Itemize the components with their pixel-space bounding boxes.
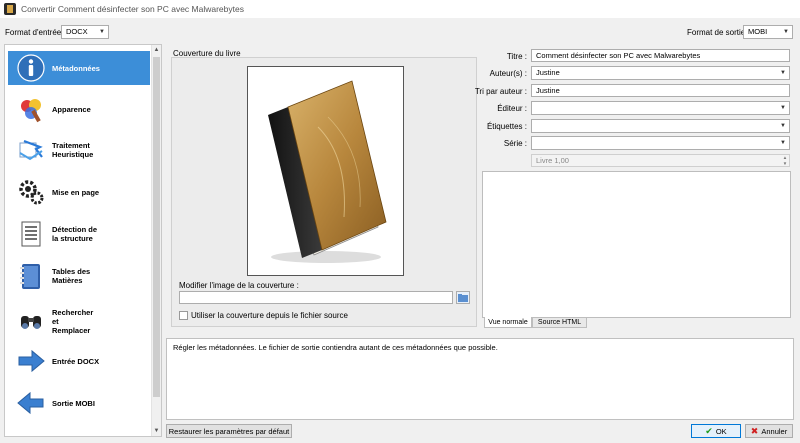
sidebar-item-heuristics[interactable]: Traitement Heuristique (8, 133, 150, 167)
scroll-up-icon[interactable]: ▲ (152, 45, 161, 55)
output-format-value: MOBI (748, 27, 768, 36)
sidebar-item-label: Sortie MOBI (52, 398, 95, 408)
sidebar-item-label: Apparence (52, 104, 91, 114)
ok-label: OK (715, 426, 727, 436)
cancel-label: Annuler (761, 426, 788, 436)
arrow-left-icon (14, 386, 48, 420)
series-index-spinbox[interactable]: Livre 1,00 ▲ ▼ (531, 154, 790, 167)
sidebar-item-page-setup[interactable]: Mise en page (8, 175, 150, 209)
title-input[interactable]: Comment désinfecter son PC avec Malwareb… (531, 49, 790, 62)
chevron-down-icon: ▼ (780, 140, 786, 146)
tab-normal-view[interactable]: Vue normale (484, 317, 532, 328)
sidebar-item-structure-detection[interactable]: Détection de la structure (8, 217, 150, 251)
arrows-icon (14, 133, 48, 167)
check-icon: ✔ (705, 425, 713, 436)
output-format-label: Format de sortie : (687, 28, 750, 37)
use-source-cover-checkbox[interactable] (179, 311, 188, 320)
series-index-value: Livre 1,00 (536, 156, 569, 165)
calibre-app-icon (4, 3, 16, 15)
chevron-down-icon: ▼ (780, 105, 786, 111)
change-cover-label: Modifier l'image de la couverture : (179, 281, 299, 290)
arrow-right-icon (14, 344, 48, 378)
sidebar-item-mobi-output[interactable]: Sortie MOBI (8, 386, 150, 420)
sidebar: Métadonnées Apparence Traitement Heurist… (4, 44, 162, 437)
input-format-select[interactable]: DOCX ▼ (61, 25, 109, 39)
sidebar-item-table-of-contents[interactable]: Tables des Matières (8, 259, 150, 293)
series-select[interactable]: ▼ (531, 136, 790, 150)
series-label: Série : (503, 139, 527, 148)
publisher-label: Éditeur : (497, 104, 527, 113)
cover-image (247, 66, 404, 276)
cover-path-input[interactable] (179, 291, 453, 304)
restore-defaults-button[interactable]: Restaurer les paramètres par défaut (166, 424, 292, 438)
author-sort-label: Tri par auteur : (474, 87, 527, 96)
sidebar-item-search-replace[interactable]: Rechercher et Remplacer (8, 301, 150, 341)
sidebar-item-label: Entrée DOCX (52, 356, 100, 366)
tab-html-source[interactable]: Source HTML (532, 317, 587, 328)
info-icon (14, 51, 48, 85)
folder-icon (458, 293, 468, 302)
sidebar-item-label: Traitement Heuristique (52, 141, 94, 159)
scroll-down-icon[interactable]: ▼ (152, 426, 161, 436)
chevron-down-icon: ▼ (783, 29, 789, 35)
cancel-button[interactable]: ✖ Annuler (745, 424, 793, 438)
author-sort-input[interactable]: Justine (531, 84, 790, 97)
chevron-down-icon: ▼ (99, 29, 105, 35)
output-format-select[interactable]: MOBI ▼ (743, 25, 793, 39)
book-icon (268, 80, 387, 263)
comments-editor[interactable] (482, 171, 791, 318)
sidebar-item-label: Métadonnées (52, 63, 100, 73)
title-label: Titre : (506, 52, 527, 61)
window-title: Convertir Comment désinfecter son PC ave… (21, 4, 244, 14)
binoculars-icon (14, 304, 48, 338)
spin-down-icon[interactable]: ▼ (781, 161, 789, 166)
sidebar-item-metadata[interactable]: Métadonnées (8, 51, 150, 85)
ok-button[interactable]: ✔ OK (691, 424, 741, 438)
chevron-down-icon: ▼ (780, 123, 786, 129)
publisher-select[interactable]: ▼ (531, 101, 790, 115)
input-format-value: DOCX (66, 27, 88, 36)
tags-select[interactable]: ▼ (531, 119, 790, 133)
use-source-cover-label: Utiliser la couverture depuis le fichier… (191, 311, 348, 320)
sidebar-scrollbar[interactable]: ▲ ▼ (151, 45, 161, 436)
authors-select[interactable]: Justine ▼ (531, 66, 790, 80)
paint-icon (14, 92, 48, 126)
sidebar-item-appearance[interactable]: Apparence (8, 92, 150, 126)
input-format-label: Format d'entrée : (5, 28, 66, 37)
document-icon (14, 217, 48, 251)
notebook-icon (14, 259, 48, 293)
help-description: Régler les métadonnées. Le fichier de so… (166, 338, 794, 420)
sidebar-item-label: Mise en page (52, 187, 100, 197)
browse-cover-button[interactable] (456, 291, 470, 304)
sidebar-item-label: Détection de la structure (52, 225, 98, 243)
authors-value: Justine (536, 68, 560, 77)
window-titlebar: Convertir Comment désinfecter son PC ave… (0, 0, 800, 18)
authors-label: Auteur(s) : (489, 69, 527, 78)
tags-label: Étiquettes : (486, 122, 527, 131)
gear-icon (14, 175, 48, 209)
sidebar-item-label: Tables des Matières (52, 267, 91, 285)
chevron-down-icon: ▼ (780, 70, 786, 76)
scrollbar-thumb[interactable] (153, 57, 160, 397)
cancel-icon: ✖ (750, 425, 759, 436)
sidebar-item-docx-input[interactable]: Entrée DOCX (8, 344, 150, 378)
sidebar-item-label: Rechercher et Remplacer (52, 307, 94, 335)
